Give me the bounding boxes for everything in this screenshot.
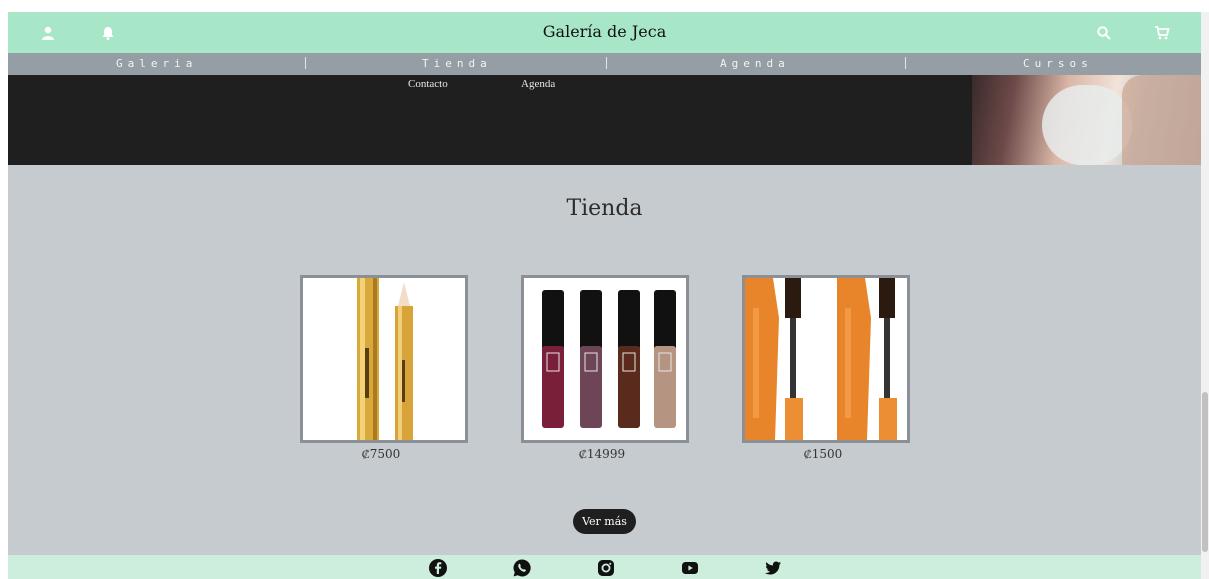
search-icon[interactable] bbox=[1096, 25, 1112, 41]
twitter-icon[interactable] bbox=[763, 558, 783, 578]
nav-item-tienda[interactable]: Tienda bbox=[422, 57, 492, 70]
whatsapp-icon[interactable] bbox=[512, 558, 532, 578]
product-price: ₡7500 bbox=[361, 447, 401, 461]
youtube-icon[interactable] bbox=[680, 558, 700, 578]
hero-link-contacto[interactable]: Contacto bbox=[408, 78, 448, 90]
site-title[interactable]: Galería de Jeca bbox=[8, 22, 1201, 41]
shop-heading: Tienda bbox=[566, 196, 643, 221]
top-bar: Galería de Jeca bbox=[8, 12, 1201, 53]
page-scrollbar[interactable] bbox=[1201, 12, 1209, 579]
nav-item-agenda[interactable]: Agenda bbox=[720, 57, 790, 70]
hero-banner: Contacto Agenda bbox=[8, 75, 1201, 165]
facebook-icon[interactable] bbox=[428, 558, 448, 578]
nav-separator bbox=[606, 57, 607, 69]
main-nav: Galeria Tienda Agenda Cursos bbox=[8, 53, 1201, 75]
page: Galería de Jeca Galeria Tienda Agenda Cu… bbox=[8, 12, 1201, 579]
product-image bbox=[303, 278, 465, 440]
scrollbar-thumb[interactable] bbox=[1202, 392, 1208, 552]
product-card-concealer[interactable] bbox=[300, 275, 468, 443]
product-card-mascara[interactable] bbox=[742, 275, 910, 443]
nav-separator bbox=[905, 57, 906, 69]
nav-item-cursos[interactable]: Cursos bbox=[1023, 57, 1093, 70]
nav-item-galeria[interactable]: Galeria bbox=[116, 57, 197, 70]
product-price: ₡14999 bbox=[578, 447, 626, 461]
cart-icon[interactable] bbox=[1154, 25, 1170, 41]
product-image bbox=[745, 278, 907, 440]
product-image bbox=[524, 278, 686, 440]
hero-link-agenda[interactable]: Agenda bbox=[521, 78, 555, 90]
footer-social bbox=[8, 555, 1201, 579]
ver-mas-button[interactable]: Ver más bbox=[573, 509, 636, 534]
product-card-lipgloss[interactable] bbox=[521, 275, 689, 443]
nav-separator bbox=[305, 57, 306, 69]
instagram-icon[interactable] bbox=[596, 558, 616, 578]
product-price: ₡1500 bbox=[803, 447, 843, 461]
hero-photo bbox=[972, 75, 1201, 165]
shop-section: Tienda ₡7500 ₡14999 ₡1500 Ver más bbox=[8, 165, 1201, 555]
